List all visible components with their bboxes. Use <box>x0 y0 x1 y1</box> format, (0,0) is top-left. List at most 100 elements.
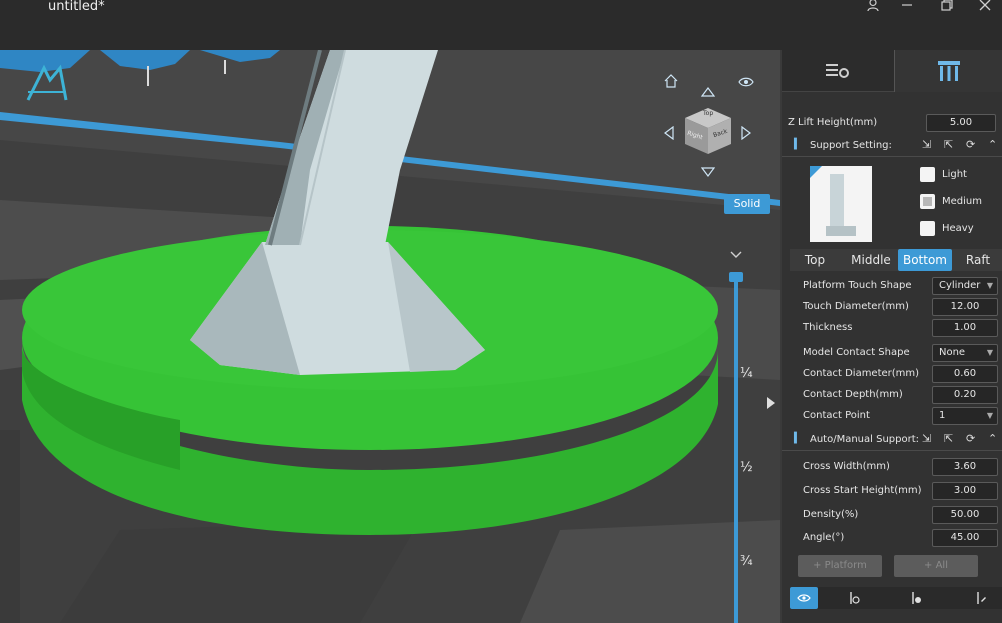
contact-point-row: Contact Point 1 ▼ <box>782 405 1002 427</box>
tab-raft[interactable]: Raft <box>954 249 1002 271</box>
platform-touch-shape-label: Platform Touch Shape <box>803 280 912 291</box>
z-lift-input[interactable]: 5.00 <box>926 114 996 132</box>
add-platform-button[interactable]: + Platform <box>798 555 882 577</box>
refresh-icon[interactable]: ⟳ <box>966 432 975 445</box>
refresh-icon[interactable]: ⟳ <box>966 138 975 151</box>
platform-touch-shape-row: Platform Touch Shape Cylinder ▼ <box>782 275 1002 297</box>
add-support-icon[interactable] <box>840 587 868 609</box>
title-bar: untitled* <box>0 0 1002 50</box>
cross-start-height-row: Cross Start Height(mm) 3.00 <box>782 480 1002 502</box>
import-icon[interactable]: ⇲ <box>922 138 931 151</box>
layer-slider-track[interactable] <box>734 276 738 623</box>
collapse-icon[interactable]: ⌃ <box>988 138 997 151</box>
pan-up-icon[interactable] <box>700 86 716 101</box>
cross-start-height-label: Cross Start Height(mm) <box>803 485 922 496</box>
thickness-input[interactable]: 1.00 <box>932 319 998 337</box>
contact-depth-row: Contact Depth(mm) 0.20 <box>782 384 1002 406</box>
contact-point-label: Contact Point <box>803 410 870 421</box>
touch-diameter-label: Touch Diameter(mm) <box>803 301 909 312</box>
model-contact-shape-label: Model Contact Shape <box>803 347 910 358</box>
angle-row: Angle(°) 45.00 <box>782 527 1002 549</box>
support-glyph-icon: ▍ <box>794 433 802 444</box>
cross-start-height-input[interactable]: 3.00 <box>932 482 998 500</box>
slider-tick-half: ½ <box>740 460 753 475</box>
pan-right-icon[interactable] <box>740 125 752 143</box>
3d-viewport[interactable]: Top Right Back Solid ¼ ½ ¾ <box>0 50 780 623</box>
slider-tick-quarter: ¼ <box>740 366 753 381</box>
density-row: Density(%) 50.00 <box>782 504 1002 526</box>
contact-point-select[interactable]: 1 ▼ <box>932 407 998 425</box>
touch-diameter-input[interactable]: 12.00 <box>932 298 998 316</box>
density-input[interactable]: 50.00 <box>932 506 998 524</box>
window-title: untitled* <box>48 0 105 14</box>
preset-medium-label: Medium <box>942 196 982 207</box>
export-icon[interactable]: ⇱ <box>944 432 953 445</box>
home-icon[interactable] <box>664 74 678 91</box>
edit-support-icon[interactable] <box>966 587 994 609</box>
minimize-icon[interactable] <box>896 0 918 16</box>
view-cube[interactable]: Top Right Back <box>683 106 733 156</box>
settings-tab[interactable] <box>782 50 894 92</box>
contact-depth-label: Contact Depth(mm) <box>803 389 903 400</box>
touch-diameter-row: Touch Diameter(mm) 12.00 <box>782 296 1002 318</box>
preset-heavy-label: Heavy <box>942 223 974 234</box>
chevron-down-icon: ▼ <box>986 348 993 357</box>
cross-width-row: Cross Width(mm) 3.60 <box>782 456 1002 478</box>
z-lift-row: Z Lift Height(mm) 5.00 <box>782 112 1002 134</box>
preset-light-checkbox[interactable] <box>920 167 935 182</box>
panel-tabs <box>782 50 1002 92</box>
chevron-down-icon[interactable] <box>730 248 742 262</box>
angle-input[interactable]: 45.00 <box>932 529 998 547</box>
tab-middle[interactable]: Middle <box>844 249 898 271</box>
chevron-down-icon: ▼ <box>986 411 993 420</box>
preset-light-label: Light <box>942 169 967 180</box>
import-icon[interactable]: ⇲ <box>922 432 931 445</box>
contact-diameter-label: Contact Diameter(mm) <box>803 368 920 379</box>
eye-icon[interactable] <box>738 76 754 91</box>
expand-panel-icon[interactable] <box>766 396 776 413</box>
layer-slider-thumb[interactable] <box>729 272 743 282</box>
pan-left-icon[interactable] <box>663 125 675 143</box>
support-subtabs: Top Middle Bottom Raft <box>790 249 1002 271</box>
contact-diameter-row: Contact Diameter(mm) 0.60 <box>782 363 1002 385</box>
auto-manual-header: ▍ Auto/Manual Support: ⇲ ⇱ ⟳ ⌃ <box>782 429 1002 451</box>
angle-label: Angle(°) <box>803 532 845 543</box>
show-support-icon[interactable] <box>790 587 818 609</box>
layers-gear-icon <box>826 64 849 78</box>
support-setting-header: ▍ Support Setting: ⇲ ⇱ ⟳ ⌃ <box>782 135 1002 157</box>
thickness-label: Thickness <box>803 322 853 333</box>
collapse-icon[interactable]: ⌃ <box>988 432 997 445</box>
support-glyph-icon: ▍ <box>794 139 802 150</box>
auto-manual-label: Auto/Manual Support: <box>810 434 920 445</box>
render-mode-button[interactable]: Solid <box>724 194 770 214</box>
remove-support-icon[interactable] <box>902 587 930 609</box>
contact-depth-input[interactable]: 0.20 <box>932 386 998 404</box>
cross-width-input[interactable]: 3.60 <box>932 458 998 476</box>
support-preview-image <box>810 166 872 242</box>
export-icon[interactable]: ⇱ <box>944 138 953 151</box>
preset-medium-checkbox[interactable] <box>920 194 935 209</box>
slider-tick-three-quarter: ¾ <box>740 554 753 569</box>
cross-width-label: Cross Width(mm) <box>803 461 890 472</box>
tab-bottom[interactable]: Bottom <box>898 249 952 271</box>
support-setting-label: Support Setting: <box>810 140 892 151</box>
user-icon[interactable] <box>862 0 884 16</box>
add-all-button[interactable]: + All <box>894 555 978 577</box>
view-cube-top[interactable]: Top <box>703 110 713 117</box>
model-contact-shape-row: Model Contact Shape None ▼ <box>782 342 1002 364</box>
contact-diameter-input[interactable]: 0.60 <box>932 365 998 383</box>
support-panel: Z Lift Height(mm) 5.00 ▍ Support Setting… <box>782 50 1002 623</box>
thickness-row: Thickness 1.00 <box>782 317 1002 339</box>
restore-icon[interactable] <box>936 0 958 16</box>
support-tab[interactable] <box>894 50 1002 92</box>
app-logo <box>22 62 72 106</box>
z-lift-label: Z Lift Height(mm) <box>788 117 878 128</box>
pan-down-icon[interactable] <box>700 166 716 181</box>
close-icon[interactable] <box>974 0 996 16</box>
density-label: Density(%) <box>803 509 859 520</box>
support-tool-bar <box>790 587 1002 609</box>
platform-touch-shape-select[interactable]: Cylinder ▼ <box>932 277 998 295</box>
model-contact-shape-select[interactable]: None ▼ <box>932 344 998 362</box>
preset-heavy-checkbox[interactable] <box>920 221 935 236</box>
tab-top[interactable]: Top <box>790 249 840 271</box>
